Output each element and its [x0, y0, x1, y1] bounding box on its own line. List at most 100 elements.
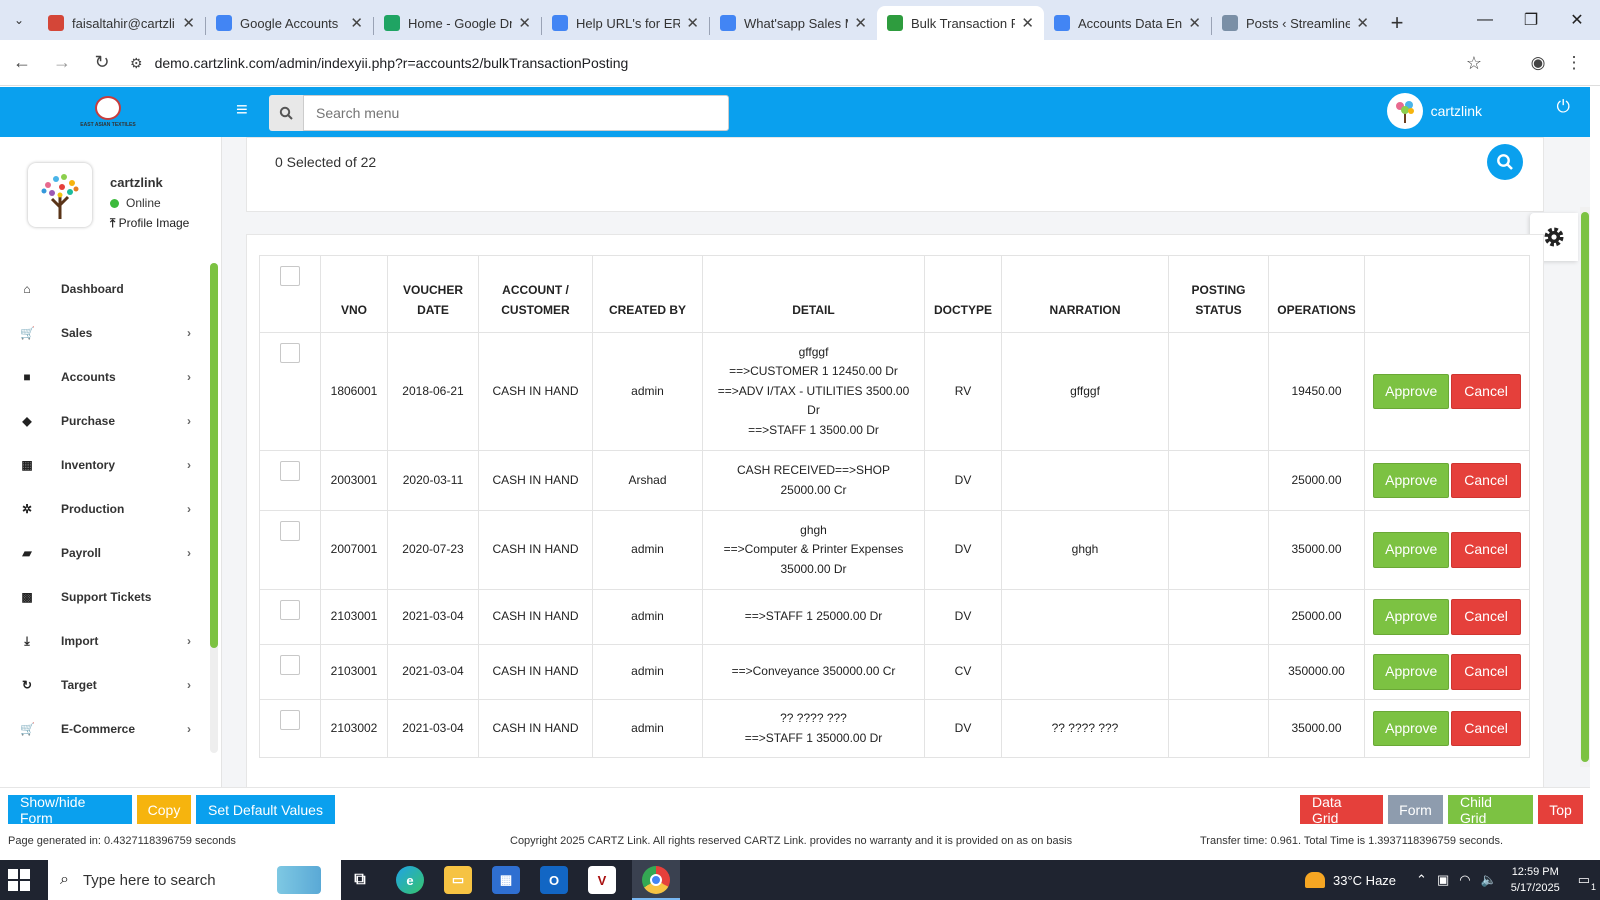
approve-button[interactable]: Approve [1373, 654, 1450, 690]
sidebar-item-target[interactable]: ↻ Target › [0, 663, 205, 707]
browser-tab-4[interactable]: What'sapp Sales M ✕ [710, 6, 877, 40]
browser-tab-3[interactable]: Help URL's for ERP ✕ [542, 6, 709, 40]
main-scrollbar[interactable] [1580, 207, 1590, 767]
close-tab-icon[interactable]: ✕ [1356, 14, 1369, 32]
new-tab-button[interactable]: + [1379, 6, 1415, 40]
network-icon[interactable]: ▣ [1437, 872, 1449, 888]
cancel-button[interactable]: Cancel [1451, 599, 1521, 635]
approve-button[interactable]: Approve [1373, 532, 1450, 568]
hamburger-menu-icon[interactable]: ≡ [236, 99, 248, 122]
profile-icon[interactable]: ◉ [1520, 46, 1556, 80]
header-vno[interactable]: VNO [320, 255, 388, 333]
search-menu-input[interactable] [303, 95, 729, 131]
chrome-menu-icon[interactable]: ⋮ [1556, 46, 1592, 80]
file-explorer-icon[interactable]: ▭ [444, 866, 472, 894]
row-checkbox[interactable] [280, 600, 300, 620]
header-posting-status[interactable]: POSTING STATUS [1168, 255, 1269, 333]
cancel-button[interactable]: Cancel [1451, 373, 1521, 410]
forward-button[interactable]: → [44, 45, 80, 81]
main-scrollbar-thumb[interactable] [1581, 212, 1589, 762]
header-account[interactable]: ACCOUNT / CUSTOMER [478, 255, 593, 333]
power-icon[interactable]: ⏻ [1557, 97, 1570, 117]
cancel-button[interactable]: Cancel [1451, 654, 1521, 690]
close-tab-icon[interactable]: ✕ [518, 14, 531, 32]
sidebar-item-dashboard[interactable]: ⌂ Dashboard [0, 267, 205, 311]
browser-tab-0[interactable]: faisaltahir@cartzli ✕ [38, 6, 205, 40]
row-checkbox[interactable] [280, 343, 300, 363]
weather-text[interactable]: 33°C Haze [1333, 873, 1396, 888]
task-view-icon[interactable]: ⧉ [346, 866, 374, 894]
chrome-icon[interactable] [642, 866, 670, 894]
sidebar-item-payroll[interactable]: ▰ Payroll › [0, 531, 205, 575]
restore-icon[interactable]: ❐ [1508, 0, 1554, 40]
windows-start-icon[interactable] [8, 869, 32, 891]
edge-icon[interactable]: e [396, 866, 424, 894]
header-doctype[interactable]: DOCTYPE [924, 255, 1002, 333]
search-fab-button[interactable] [1487, 144, 1523, 180]
sidebar-item-import[interactable]: ⤓ Import › [0, 619, 205, 663]
notification-icon[interactable]: ▭ 1 [1578, 872, 1596, 892]
sidebar-item-e-commerce[interactable]: 🛒 E-Commerce › [0, 707, 205, 751]
tab-search-dropdown[interactable]: ⌄ [0, 0, 38, 40]
volume-icon[interactable]: 🔈 [1481, 872, 1497, 888]
browser-tab-5[interactable]: Bulk Transaction P ✕ [877, 6, 1044, 40]
browser-tab-6[interactable]: Accounts Data Ent ✕ [1044, 6, 1211, 40]
row-checkbox[interactable] [280, 461, 300, 481]
set-default-values-button[interactable]: Set Default Values [196, 795, 335, 825]
profile-image-link[interactable]: ⤒ Profile Image [110, 216, 189, 231]
header-created-by[interactable]: CREATED BY [592, 255, 703, 333]
row-checkbox[interactable] [280, 655, 300, 675]
browser-tab-1[interactable]: Google Accounts ✕ [206, 6, 373, 40]
sidebar-item-purchase[interactable]: ◆ Purchase › [0, 399, 205, 443]
clock[interactable]: 12:59 PM 5/17/2025 [1511, 864, 1560, 896]
taskbar-search[interactable]: ⌕ Type here to search [48, 860, 341, 900]
close-tab-icon[interactable]: ✕ [350, 14, 363, 32]
bookmark-star-icon[interactable]: ☆ [1466, 53, 1482, 74]
sidebar-scrollbar-thumb[interactable] [210, 263, 218, 648]
close-tab-icon[interactable]: ✕ [182, 14, 195, 32]
cancel-button[interactable]: Cancel [1451, 532, 1521, 568]
sidebar-item-inventory[interactable]: ▦ Inventory › [0, 443, 205, 487]
row-checkbox[interactable] [280, 710, 300, 730]
search-icon[interactable] [269, 95, 303, 131]
approve-button[interactable]: Approve [1373, 710, 1450, 747]
header-detail[interactable]: DETAIL [702, 255, 925, 333]
header-narration[interactable]: NARRATION [1001, 255, 1169, 333]
close-tab-icon[interactable]: ✕ [1188, 14, 1201, 32]
minimize-icon[interactable]: — [1462, 0, 1508, 40]
close-window-icon[interactable]: ✕ [1554, 0, 1600, 40]
store-icon[interactable]: ▦ [492, 866, 520, 894]
sidebar-item-accounts[interactable]: ■ Accounts › [0, 355, 205, 399]
approve-button[interactable]: Approve [1373, 462, 1450, 499]
user-menu[interactable]: cartzlink [1386, 93, 1482, 129]
outlook-icon[interactable]: O [540, 866, 568, 894]
close-tab-icon[interactable]: ✕ [1021, 14, 1034, 32]
profile-picture[interactable] [28, 163, 92, 227]
close-tab-icon[interactable]: ✕ [686, 14, 699, 32]
top-button[interactable]: Top [1538, 795, 1583, 825]
child-grid-button[interactable]: Child Grid [1448, 794, 1533, 826]
chevron-up-icon[interactable]: ⌃ [1416, 872, 1427, 888]
browser-tab-2[interactable]: Home - Google Dr ✕ [374, 6, 541, 40]
sidebar-item-sales[interactable]: 🛒 Sales › [0, 311, 205, 355]
brand-logo[interactable]: EAST ASIAN TEXTILES [80, 91, 136, 133]
data-grid-button[interactable]: Data Grid [1300, 794, 1383, 826]
vnc-icon[interactable]: V [588, 866, 616, 894]
browser-tab-7[interactable]: Posts ‹ Streamline ✕ [1212, 6, 1379, 40]
close-tab-icon[interactable]: ✕ [854, 14, 867, 32]
form-button[interactable]: Form [1388, 795, 1443, 825]
sidebar-item-production[interactable]: ✲ Production › [0, 487, 205, 531]
reload-button[interactable]: ↻ [84, 45, 120, 81]
wifi-icon[interactable]: ◠ [1459, 872, 1470, 888]
approve-button[interactable]: Approve [1373, 373, 1450, 410]
back-button[interactable]: ← [4, 45, 40, 81]
row-checkbox[interactable] [280, 521, 300, 541]
sidebar-item-support-tickets[interactable]: ▩ Support Tickets [0, 575, 205, 619]
show-hide-form-button[interactable]: Show/hide Form [8, 794, 132, 826]
omnibox[interactable]: ⚙ demo.cartzlink.com/admin/indexyii.php?… [118, 46, 1500, 80]
site-info-icon[interactable]: ⚙ [130, 55, 143, 72]
cancel-button[interactable]: Cancel [1451, 462, 1521, 499]
cancel-button[interactable]: Cancel [1451, 710, 1521, 747]
select-all-checkbox[interactable] [280, 266, 300, 286]
copy-button[interactable]: Copy [137, 795, 191, 825]
